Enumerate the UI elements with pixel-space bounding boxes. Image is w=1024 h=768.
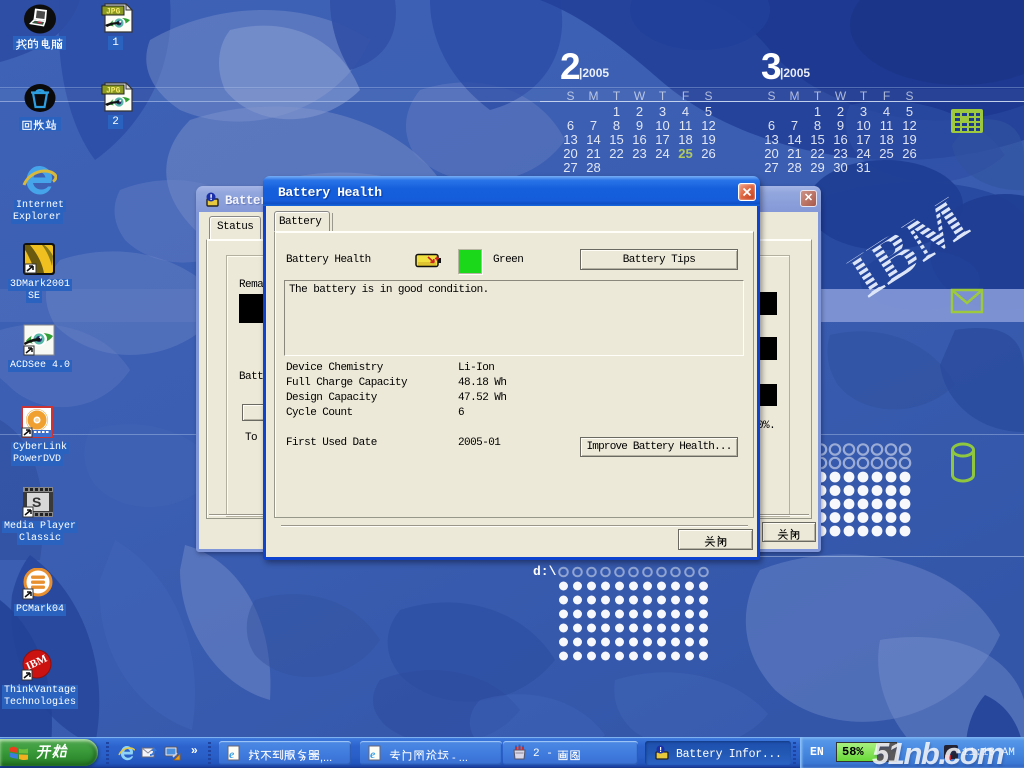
svg-text:d:\: d:\ bbox=[533, 564, 557, 579]
svg-text:e: e bbox=[370, 747, 376, 761]
svg-text:e: e bbox=[229, 747, 235, 761]
svg-text:JPG: JPG bbox=[106, 8, 121, 17]
svg-text:JPG: JPG bbox=[106, 87, 121, 96]
